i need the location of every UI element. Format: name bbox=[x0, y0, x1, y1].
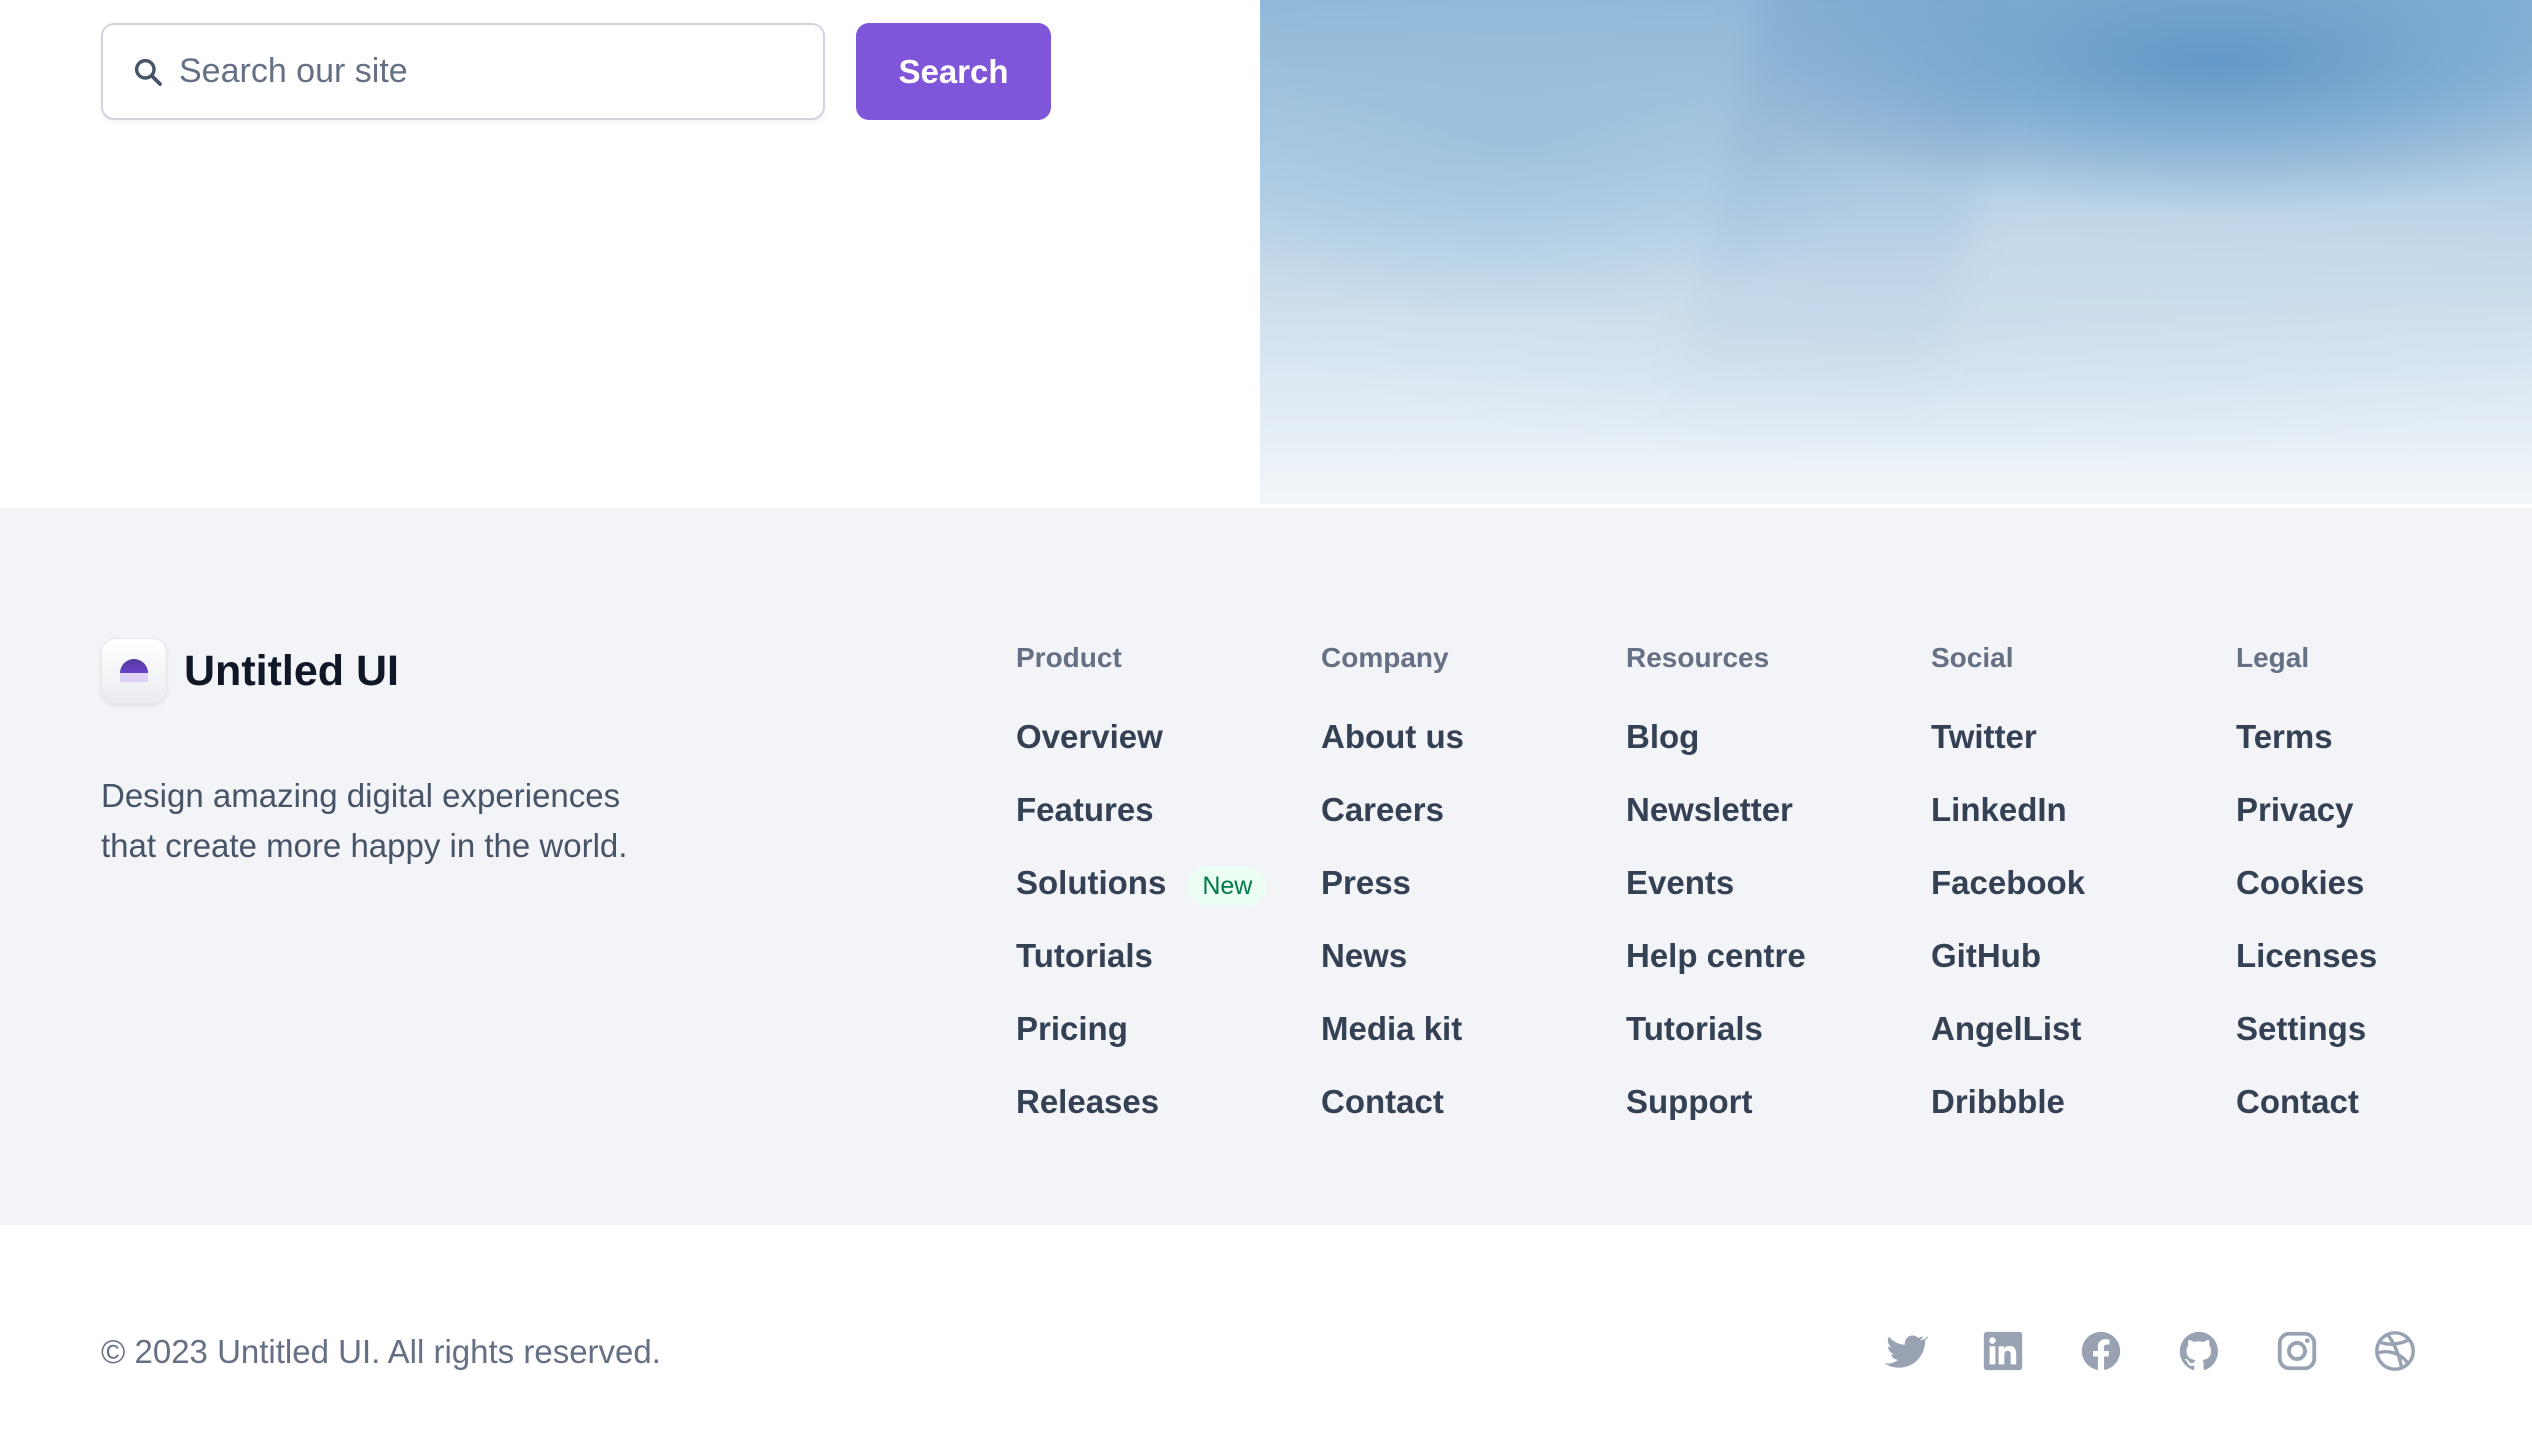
search-box[interactable] bbox=[101, 23, 825, 120]
list-item: GitHub bbox=[1931, 937, 2085, 1010]
footer-column-legal: Legal Terms Privacy Cookies Licenses Set… bbox=[2236, 642, 2377, 1156]
list-item: Blog bbox=[1626, 718, 1806, 791]
footer-column-resources: Resources Blog Newsletter Events Help ce… bbox=[1626, 642, 1806, 1156]
column-title: Resources bbox=[1626, 642, 1770, 673]
hero-section: Search bbox=[0, 0, 2532, 508]
footer-link-solutions[interactable]: Solutions bbox=[1016, 864, 1166, 902]
search-button[interactable]: Search bbox=[856, 23, 1051, 120]
footer-link-releases[interactable]: Releases bbox=[1016, 1083, 1159, 1121]
footer-link-careers[interactable]: Careers bbox=[1321, 791, 1444, 829]
list-item: Settings bbox=[2236, 1010, 2377, 1083]
footer-link-angellist[interactable]: AngelList bbox=[1931, 1010, 2081, 1048]
list-item: Support bbox=[1626, 1083, 1806, 1156]
footer-link-facebook[interactable]: Facebook bbox=[1931, 864, 2085, 902]
footer-link-settings[interactable]: Settings bbox=[2236, 1010, 2366, 1048]
github-icon[interactable] bbox=[2175, 1327, 2222, 1374]
list-item: Tutorials bbox=[1016, 937, 1266, 1010]
list-item: AngelList bbox=[1931, 1010, 2085, 1083]
hero-image-ridge bbox=[1671, 0, 2029, 420]
dribbble-icon[interactable] bbox=[2371, 1327, 2418, 1374]
page: Search Untitled UI bbox=[0, 0, 2532, 1453]
column-title: Social bbox=[1931, 642, 2014, 673]
list-item: Help centre bbox=[1626, 937, 1806, 1010]
list-item: Facebook bbox=[1931, 864, 2085, 937]
footer-link-licenses[interactable]: Licenses bbox=[2236, 937, 2377, 975]
twitter-icon[interactable] bbox=[1881, 1327, 1928, 1374]
brand-name: Untitled UI bbox=[184, 646, 399, 695]
footer-link-overview[interactable]: Overview bbox=[1016, 718, 1163, 756]
list-item: Events bbox=[1626, 864, 1806, 937]
footer-link-help-centre[interactable]: Help centre bbox=[1626, 937, 1806, 975]
footer-link-dribbble[interactable]: Dribbble bbox=[1931, 1083, 2065, 1121]
list-item: Cookies bbox=[2236, 864, 2377, 937]
list-item: Features bbox=[1016, 791, 1266, 864]
brand-tagline: Design amazing digital experiences that … bbox=[101, 777, 628, 864]
footer-link-media-kit[interactable]: Media kit bbox=[1321, 1010, 1462, 1048]
footer-link-events[interactable]: Events bbox=[1626, 864, 1734, 902]
footer-link-tutorials[interactable]: Tutorials bbox=[1626, 1010, 1763, 1048]
new-badge: New bbox=[1188, 867, 1267, 906]
footer-column-social: Social Twitter LinkedIn Facebook GitHub … bbox=[1931, 642, 2085, 1156]
footer-link-github[interactable]: GitHub bbox=[1931, 937, 2041, 975]
footer-bottom-bar: © 2023 Untitled UI. All rights reserved. bbox=[0, 1225, 2532, 1453]
list-item: Twitter bbox=[1931, 718, 2085, 791]
link-list: Terms Privacy Cookies Licenses Settings … bbox=[2236, 718, 2377, 1156]
list-item: Newsletter bbox=[1626, 791, 1806, 864]
half-circle-logo-icon bbox=[101, 638, 167, 704]
link-list: Twitter LinkedIn Facebook GitHub AngelLi… bbox=[1931, 718, 2085, 1156]
footer-link-support[interactable]: Support bbox=[1626, 1083, 1752, 1121]
list-item: LinkedIn bbox=[1931, 791, 2085, 864]
copyright-text: © 2023 Untitled UI. All rights reserved. bbox=[101, 1333, 661, 1370]
linkedin-icon[interactable] bbox=[1979, 1327, 2026, 1374]
footer-link-terms[interactable]: Terms bbox=[2236, 718, 2333, 756]
list-item: Licenses bbox=[2236, 937, 2377, 1010]
footer-link-tutorials[interactable]: Tutorials bbox=[1016, 937, 1153, 975]
hero-image bbox=[1260, 0, 2532, 504]
list-item: Press bbox=[1321, 864, 1464, 937]
list-item: Privacy bbox=[2236, 791, 2377, 864]
footer-link-contact[interactable]: Contact bbox=[1321, 1083, 1444, 1121]
link-list: Overview Features Solutions New Tutorials… bbox=[1016, 718, 1267, 1156]
list-item: Contact bbox=[1321, 1083, 1464, 1156]
footer-link-news[interactable]: News bbox=[1321, 937, 1407, 975]
link-list: About us Careers Press News Media kit Co… bbox=[1321, 718, 1464, 1156]
search-row: Search bbox=[101, 23, 1051, 120]
column-title: Company bbox=[1321, 642, 1449, 673]
footer-link-pricing[interactable]: Pricing bbox=[1016, 1010, 1128, 1048]
link-list: Blog Newsletter Events Help centre Tutor… bbox=[1626, 718, 1806, 1156]
footer-link-about-us[interactable]: About us bbox=[1321, 718, 1464, 756]
footer: Untitled UI Design amazing digital exper… bbox=[0, 508, 2532, 1225]
footer-column-product: Product Overview Features Solutions New T… bbox=[1016, 642, 1267, 1156]
list-item: Dribbble bbox=[1931, 1083, 2085, 1156]
brand[interactable]: Untitled UI bbox=[101, 638, 399, 704]
footer-link-cookies[interactable]: Cookies bbox=[2236, 864, 2364, 902]
list-item: Solutions New bbox=[1016, 864, 1267, 937]
footer-link-features[interactable]: Features bbox=[1016, 791, 1154, 829]
list-item: Terms bbox=[2236, 718, 2377, 791]
list-item: Tutorials bbox=[1626, 1010, 1806, 1083]
list-item: About us bbox=[1321, 718, 1464, 791]
list-item: Careers bbox=[1321, 791, 1464, 864]
footer-link-press[interactable]: Press bbox=[1321, 864, 1411, 902]
search-input[interactable] bbox=[179, 52, 779, 91]
column-title: Legal bbox=[2236, 642, 2310, 673]
footer-link-linkedin[interactable]: LinkedIn bbox=[1931, 791, 2067, 829]
list-item: Releases bbox=[1016, 1083, 1266, 1156]
search-icon bbox=[131, 55, 165, 89]
footer-column-company: Company About us Careers Press News Medi… bbox=[1321, 642, 1464, 1156]
column-title: Product bbox=[1016, 642, 1122, 673]
list-item: Pricing bbox=[1016, 1010, 1266, 1083]
footer-link-newsletter[interactable]: Newsletter bbox=[1626, 791, 1793, 829]
social-icons bbox=[1881, 1327, 2418, 1374]
list-item: Overview bbox=[1016, 718, 1266, 791]
list-item: Contact bbox=[2236, 1083, 2377, 1156]
footer-link-twitter[interactable]: Twitter bbox=[1931, 718, 2037, 756]
footer-link-contact[interactable]: Contact bbox=[2236, 1083, 2359, 1121]
facebook-icon[interactable] bbox=[2077, 1327, 2124, 1374]
instagram-icon[interactable] bbox=[2273, 1327, 2320, 1374]
list-item: News bbox=[1321, 937, 1464, 1010]
footer-link-blog[interactable]: Blog bbox=[1626, 718, 1699, 756]
list-item: Media kit bbox=[1321, 1010, 1464, 1083]
footer-link-privacy[interactable]: Privacy bbox=[2236, 791, 2353, 829]
